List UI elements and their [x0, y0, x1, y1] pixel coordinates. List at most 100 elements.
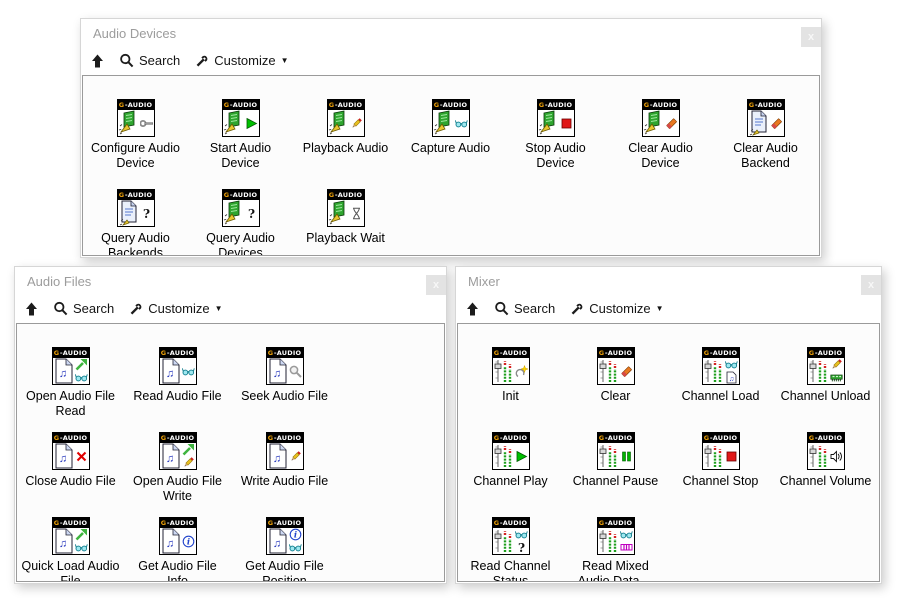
channel-pause-icon: G-AUDIO — [597, 432, 635, 470]
palette-item-query-audio-devices[interactable]: G-AUDIO? Query Audio Devices — [188, 184, 293, 256]
palette-item-label: Query Audio Devices — [191, 231, 291, 256]
palette-item-open-audio-file-read[interactable]: G-AUDIO♫Open Audio File Read — [17, 342, 124, 427]
playback-wait-icon: G-AUDIO — [327, 189, 365, 227]
window-title: Mixer — [468, 274, 500, 289]
toolbar: Search Customize ▼ — [15, 295, 446, 322]
palette-item-label: Quick Load Audio File — [21, 559, 121, 582]
svg-text:♫: ♫ — [165, 538, 173, 550]
palette-item-open-audio-file-write[interactable]: G-AUDIO ♫ Open Audio File Write — [124, 427, 231, 512]
window-audio-files: Audio Files x Search Customize ▼ — [14, 266, 447, 584]
palette-item-channel-unload[interactable]: G-AUDIOChannel Unload — [773, 342, 878, 427]
palette-item-label: Playback Audio — [303, 141, 388, 156]
desktop: Audio Devices x Search Customize ▼ — [0, 0, 897, 598]
svg-text:?: ? — [248, 207, 255, 220]
quick-load-audio-file-icon: G-AUDIO ♫ — [52, 517, 90, 555]
g-audio-band: G-AUDIO — [808, 348, 844, 358]
up-level-button[interactable] — [90, 53, 105, 69]
svg-text:i: i — [187, 537, 190, 547]
palette-item-clear-audio-device[interactable]: G-AUDIOClear Audio Device — [608, 94, 713, 184]
channel-play-icon: G-AUDIO — [492, 432, 530, 470]
palette-item-label: Capture Audio — [411, 141, 490, 156]
palette-item-capture-audio[interactable]: G-AUDIO Capture Audio — [398, 94, 503, 184]
g-audio-band: G-AUDIO — [160, 433, 196, 443]
palette-item-query-audio-backends[interactable]: G-AUDIO?Query Audio Backends — [83, 184, 188, 256]
palette-item-label: Open Audio File Write — [128, 474, 228, 504]
search-button[interactable]: Search — [53, 301, 114, 317]
wrench-icon — [194, 53, 210, 69]
svg-text:♫: ♫ — [272, 453, 280, 465]
g-audio-band: G-AUDIO — [328, 100, 364, 110]
g-audio-band: G-AUDIO — [53, 518, 89, 528]
palette-item-label: Clear Audio Backend — [716, 141, 816, 171]
stop-audio-device-icon: G-AUDIO — [537, 99, 575, 137]
customize-button[interactable]: Customize ▼ — [194, 53, 288, 69]
customize-label: Customize — [214, 53, 275, 68]
palette-item-get-audio-file-info[interactable]: G-AUDIO♫iGet Audio File Info — [124, 512, 231, 582]
close-button[interactable]: x — [426, 275, 446, 295]
g-audio-band: G-AUDIO — [538, 100, 574, 110]
palette-item-read-audio-file[interactable]: G-AUDIO♫Read Audio File — [124, 342, 231, 427]
palette-item-channel-load[interactable]: G-AUDIO♫Channel Load — [668, 342, 773, 427]
svg-text:♫: ♫ — [58, 538, 66, 550]
titlebar[interactable]: Audio Files x — [15, 267, 446, 295]
g-audio-band: G-AUDIO — [160, 348, 196, 358]
search-button[interactable]: Search — [119, 53, 180, 69]
palette-grid: G-AUDIOConfigure Audio DeviceG-AUDIOStar… — [83, 76, 819, 256]
g-audio-band: G-AUDIO — [808, 433, 844, 443]
palette-item-get-audio-file-position[interactable]: G-AUDIO♫iGet Audio File Position — [231, 512, 338, 582]
palette-item-label: Init — [502, 389, 519, 404]
g-audio-band: G-AUDIO — [598, 348, 634, 358]
channel-stop-icon: G-AUDIO — [702, 432, 740, 470]
search-label: Search — [73, 301, 114, 316]
up-level-button[interactable] — [465, 301, 480, 317]
palette-item-read-mixed-audio-data[interactable]: G-AUDIORead Mixed Audio Data ... — [563, 512, 668, 582]
palette-item-channel-pause[interactable]: G-AUDIOChannel Pause — [563, 427, 668, 512]
palette-item-channel-stop[interactable]: G-AUDIO Channel Stop — [668, 427, 773, 512]
palette-item-init[interactable]: G-AUDIOInit — [458, 342, 563, 427]
palette-item-write-audio-file[interactable]: G-AUDIO♫Write Audio File — [231, 427, 338, 512]
svg-text:♫: ♫ — [165, 453, 173, 465]
palette-item-configure-audio-device[interactable]: G-AUDIOConfigure Audio Device — [83, 94, 188, 184]
palette-content: G-AUDIOInitG-AUDIOClearG-AUDIO♫Channel L… — [457, 323, 880, 582]
up-level-button[interactable] — [24, 301, 39, 317]
open-audio-file-read-icon: G-AUDIO♫ — [52, 347, 90, 385]
svg-text:?: ? — [143, 207, 150, 220]
palette-item-close-audio-file[interactable]: G-AUDIO♫Close Audio File — [17, 427, 124, 512]
close-button[interactable]: x — [861, 275, 881, 295]
palette-item-channel-play[interactable]: G-AUDIOChannel Play — [458, 427, 563, 512]
query-audio-devices-icon: G-AUDIO? — [222, 189, 260, 227]
wrench-icon — [128, 301, 144, 317]
up-arrow-icon — [465, 301, 480, 317]
g-audio-band: G-AUDIO — [433, 100, 469, 110]
open-audio-file-write-icon: G-AUDIO ♫ — [159, 432, 197, 470]
palette-item-label: Channel Stop — [683, 474, 759, 489]
palette-item-seek-audio-file[interactable]: G-AUDIO♫Seek Audio File — [231, 342, 338, 427]
palette-item-read-channel-status[interactable]: G-AUDIO?Read Channel Status — [458, 512, 563, 582]
palette-item-start-audio-device[interactable]: G-AUDIOStart Audio Device — [188, 94, 293, 184]
customize-button[interactable]: Customize ▼ — [128, 301, 222, 317]
palette-item-channel-volume[interactable]: G-AUDIOChannel Volume — [773, 427, 878, 512]
palette-item-clear[interactable]: G-AUDIOClear — [563, 342, 668, 427]
titlebar[interactable]: Mixer x — [456, 267, 881, 295]
capture-audio-icon: G-AUDIO — [432, 99, 470, 137]
palette-item-label: Channel Load — [682, 389, 760, 404]
palette-item-label: Read Mixed Audio Data ... — [566, 559, 666, 582]
write-audio-file-icon: G-AUDIO♫ — [266, 432, 304, 470]
svg-text:♫: ♫ — [58, 453, 66, 465]
customize-button[interactable]: Customize ▼ — [569, 301, 663, 317]
dropdown-arrow-icon: ▼ — [281, 57, 289, 65]
palette-item-playback-wait[interactable]: G-AUDIOPlayback Wait — [293, 184, 398, 256]
g-audio-band: G-AUDIO — [118, 100, 154, 110]
search-icon — [494, 301, 510, 317]
close-button[interactable]: x — [801, 27, 821, 47]
palette-item-quick-load-audio-file[interactable]: G-AUDIO ♫ Quick Load Audio File — [17, 512, 124, 582]
get-audio-file-info-icon: G-AUDIO♫i — [159, 517, 197, 555]
customize-label: Customize — [589, 301, 650, 316]
palette-item-label: Seek Audio File — [241, 389, 328, 404]
search-button[interactable]: Search — [494, 301, 555, 317]
up-arrow-icon — [90, 53, 105, 69]
palette-item-clear-audio-backend[interactable]: G-AUDIOClear Audio Backend — [713, 94, 818, 184]
palette-item-stop-audio-device[interactable]: G-AUDIOStop Audio Device — [503, 94, 608, 184]
titlebar[interactable]: Audio Devices x — [81, 19, 821, 47]
palette-item-playback-audio[interactable]: G-AUDIO Playback Audio — [293, 94, 398, 184]
